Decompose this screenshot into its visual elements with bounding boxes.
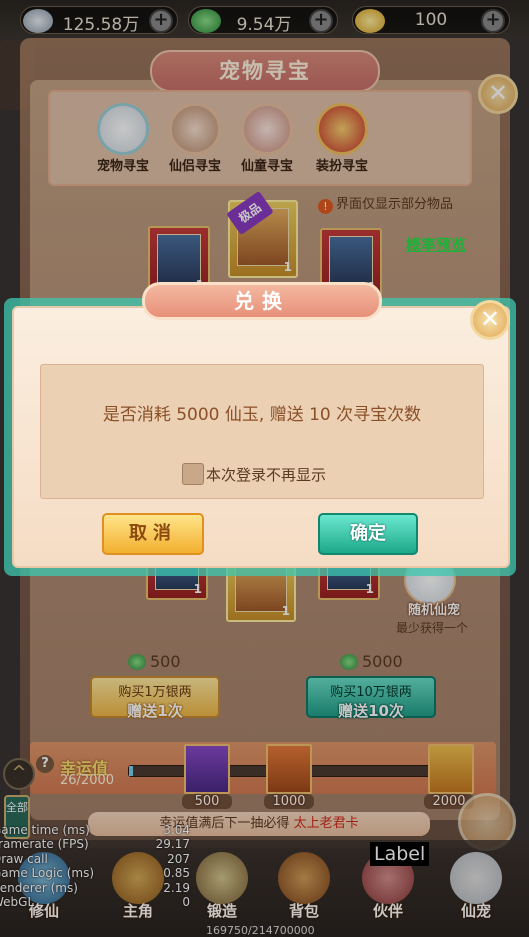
dont-show-checkbox[interactable] [182, 463, 204, 485]
confirm-button[interactable]: 确定 [318, 513, 418, 555]
cancel-button[interactable]: 取消 [102, 513, 204, 555]
dont-show-label[interactable]: 本次登录不再显示 [206, 464, 326, 485]
dialog-title: 兑换 [142, 282, 382, 320]
close-dialog-button[interactable]: ✕ [470, 300, 510, 340]
dialog-message: 是否消耗 5000 仙玉, 赠送 10 次寻宝次数 [102, 405, 422, 425]
